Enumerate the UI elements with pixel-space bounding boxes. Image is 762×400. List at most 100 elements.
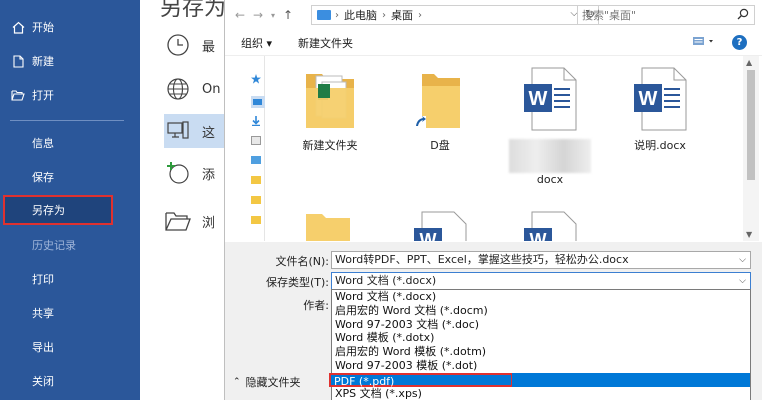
- svg-text:W: W: [420, 230, 437, 241]
- folder-icon[interactable]: [251, 176, 261, 184]
- filetype-option-pdf[interactable]: PDF (*.pdf): [329, 372, 513, 388]
- this-pc-icon: [164, 117, 192, 145]
- page-title: 另存为: [160, 0, 227, 21]
- dialog-toolbar: 组织 ▾ 新建文件夹 ?: [225, 30, 762, 56]
- filetype-option[interactable]: Word 文档 (*.docx): [332, 290, 750, 304]
- filetype-option[interactable]: Word 模板 (*.dotx): [332, 331, 750, 345]
- sidebar-item-print[interactable]: 打印: [0, 264, 140, 294]
- file-name-blurred: docx: [505, 139, 595, 187]
- location-label: 添: [202, 167, 216, 183]
- help-icon[interactable]: ?: [732, 35, 747, 50]
- scrollbar-thumb[interactable]: [747, 70, 755, 180]
- scroll-down-icon[interactable]: ▼: [746, 230, 752, 239]
- scroll-up-icon[interactable]: ▲: [746, 58, 752, 67]
- folder-excel-icon: [306, 74, 354, 128]
- chevron-down-icon[interactable]: ⌵: [739, 252, 746, 268]
- sidebar-item-save-as[interactable]: 另存为: [3, 195, 113, 225]
- sidebar-item-share[interactable]: 共享: [0, 298, 140, 328]
- word-file-icon: W: [524, 211, 577, 241]
- sidebar-item-close[interactable]: 关闭: [0, 366, 140, 396]
- sidebar-item-label: 打开: [32, 89, 54, 102]
- filename-input[interactable]: Word转PDF、PPT、Excel，掌握这些技巧，轻松办公.docx ⌵: [331, 251, 751, 269]
- forward-arrow-icon[interactable]: →: [249, 8, 267, 22]
- search-placeholder: 搜索"桌面": [582, 9, 637, 22]
- file-item-shortcut[interactable]: D盘: [395, 66, 485, 153]
- sidebar-divider: [10, 120, 124, 121]
- hide-folders-button[interactable]: ⌃ 隐藏文件夹: [233, 374, 301, 390]
- search-icon: [737, 8, 749, 23]
- highlight-bar: [512, 372, 750, 387]
- file-item-partial[interactable]: [285, 212, 375, 241]
- breadcrumb-this-pc[interactable]: 此电脑: [344, 7, 377, 23]
- svg-text:W: W: [639, 88, 658, 110]
- filetype-value: Word 文档 (*.docx): [335, 274, 437, 287]
- hide-folders-label: 隐藏文件夹: [245, 376, 301, 389]
- address-bar[interactable]: › 此电脑 › 桌面 › ⌵ ↻: [311, 5, 599, 25]
- filetype-option[interactable]: 启用宏的 Word 模板 (*.dotm): [332, 345, 750, 359]
- filetype-select[interactable]: Word 文档 (*.docx) ⌵: [331, 272, 751, 290]
- file-name: 说明.docx: [634, 139, 686, 152]
- file-item-folder[interactable]: 新建文件夹: [285, 66, 375, 153]
- chevron-right-icon: ›: [335, 9, 339, 21]
- location-label: 浏: [202, 215, 216, 231]
- documents-icon[interactable]: [251, 136, 261, 145]
- sidebar-item-history[interactable]: 历史记录: [0, 230, 140, 260]
- view-options-icon[interactable]: [693, 36, 715, 49]
- svg-text:W: W: [529, 88, 548, 110]
- sidebar-item-label: 打印: [32, 273, 54, 286]
- this-pc-small-icon: [317, 10, 331, 20]
- quick-access-star-icon[interactable]: [251, 74, 261, 84]
- sidebar-item-info[interactable]: 信息: [0, 128, 140, 158]
- filetype-option-pdf-row: PDF (*.pdf): [329, 372, 750, 388]
- sidebar-item-label: 另存为: [32, 204, 65, 217]
- location-label: On: [202, 81, 221, 97]
- navigation-pane: ▼: [225, 56, 265, 293]
- up-arrow-icon[interactable]: ↑: [279, 8, 297, 22]
- folder-shortcut-icon: [414, 74, 460, 128]
- search-input[interactable]: 搜索"桌面": [577, 5, 755, 25]
- save-as-dialog: ← → ▾ ↑ › 此电脑 › 桌面 › ⌵ ↻ 搜索"桌面" 组织 ▾ 新建文…: [224, 0, 762, 400]
- clock-icon: [164, 31, 192, 59]
- sidebar-item-new[interactable]: 新建: [0, 46, 140, 76]
- chevron-down-icon[interactable]: ⌵: [739, 273, 746, 289]
- home-icon: [10, 21, 26, 34]
- organize-button[interactable]: 组织 ▾: [241, 35, 272, 51]
- folder-icon[interactable]: [251, 216, 261, 224]
- sidebar-item-label: 共享: [32, 307, 54, 320]
- filetype-label: 保存类型(T):: [265, 276, 329, 289]
- chevron-right-icon: ›: [382, 9, 386, 21]
- new-folder-button[interactable]: 新建文件夹: [298, 35, 353, 51]
- file-item-word[interactable]: W docx: [505, 66, 595, 187]
- filename-label: 文件名(N):: [275, 255, 329, 268]
- nav-selected-desktop[interactable]: [251, 96, 265, 108]
- filetype-option[interactable]: 启用宏的 Word 文档 (*.docm): [332, 304, 750, 318]
- folder-icon[interactable]: [251, 196, 261, 204]
- globe-icon: [164, 75, 192, 103]
- file-view-scrollbar[interactable]: ▲ ▼: [743, 56, 759, 241]
- file-name-ext: docx: [536, 173, 564, 186]
- file-item-partial[interactable]: W: [395, 210, 485, 241]
- sidebar-item-home[interactable]: 开始: [0, 12, 140, 42]
- pictures-icon[interactable]: [251, 156, 261, 164]
- file-item-partial[interactable]: W: [505, 210, 595, 241]
- filename-value: Word转PDF、PPT、Excel，掌握这些技巧，轻松办公.docx: [335, 253, 629, 266]
- browse-folder-icon: [164, 207, 192, 235]
- download-icon[interactable]: [251, 116, 261, 126]
- breadcrumb-desktop[interactable]: 桌面: [391, 7, 413, 23]
- filetype-option[interactable]: XPS 文档 (*.xps): [332, 387, 750, 400]
- save-form: 文件名(N): Word转PDF、PPT、Excel，掌握这些技巧，轻松办公.d…: [225, 242, 762, 400]
- filetype-option[interactable]: Word 97-2003 模板 (*.dot): [332, 359, 750, 373]
- sidebar-item-label: 历史记录: [32, 239, 76, 252]
- file-name: 新建文件夹: [302, 139, 358, 152]
- sidebar-item-export[interactable]: 导出: [0, 332, 140, 362]
- backstage-sidebar: 开始 新建 打开 信息 保存 另存为 历史记录 打印 共享 导出 关闭: [0, 0, 140, 400]
- sidebar-item-save[interactable]: 保存: [0, 162, 140, 192]
- filetype-option[interactable]: Word 97-2003 文档 (*.doc): [332, 318, 750, 332]
- sidebar-item-label: 新建: [32, 55, 54, 68]
- back-arrow-icon[interactable]: ←: [231, 8, 249, 22]
- file-item-word[interactable]: W 说明.docx: [615, 66, 705, 153]
- word-file-icon: W: [414, 211, 467, 241]
- recent-dropdown-icon[interactable]: ▾: [267, 11, 279, 20]
- sidebar-item-open[interactable]: 打开: [0, 80, 140, 110]
- sidebar-item-label: 开始: [32, 21, 54, 34]
